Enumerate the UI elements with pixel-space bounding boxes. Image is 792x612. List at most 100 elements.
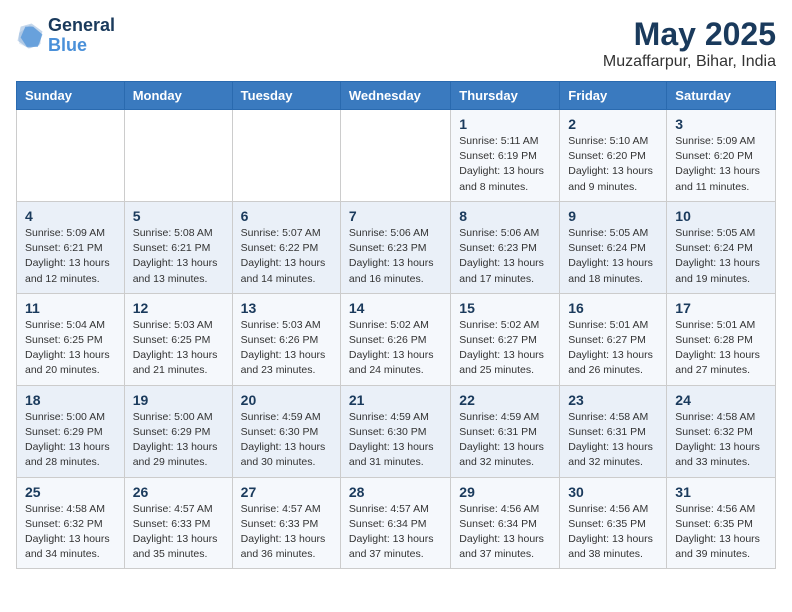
calendar-cell: 25 Sunrise: 4:58 AM Sunset: 6:32 PM Dayli… xyxy=(17,477,125,569)
calendar-cell: 4Sunrise: 5:09 AM Sunset: 6:21 PM Daylig… xyxy=(17,201,125,293)
day-number: 28 xyxy=(349,484,442,500)
calendar-cell: 6 Sunrise: 5:07 AM Sunset: 6:22 PM Daylig… xyxy=(232,201,340,293)
day-info: Sunrise: 5:03 AM Sunset: 6:26 PM Dayligh… xyxy=(241,318,332,379)
day-info: Sunrise: 5:02 AM Sunset: 6:27 PM Dayligh… xyxy=(459,318,551,379)
day-info: Sunrise: 5:00 AM Sunset: 6:29 PM Dayligh… xyxy=(133,410,224,471)
calendar-cell: 22 Sunrise: 4:59 AM Sunset: 6:31 PM Dayli… xyxy=(451,385,560,477)
day-info: Sunrise: 4:59 AM Sunset: 6:31 PM Dayligh… xyxy=(459,410,551,471)
calendar-cell: 15 Sunrise: 5:02 AM Sunset: 6:27 PM Dayli… xyxy=(451,293,560,385)
day-info: Sunrise: 4:56 AM Sunset: 6:34 PM Dayligh… xyxy=(459,502,551,563)
day-info: Sunrise: 4:57 AM Sunset: 6:33 PM Dayligh… xyxy=(133,502,224,563)
day-info: Sunrise: 4:58 AM Sunset: 6:32 PM Dayligh… xyxy=(25,502,116,563)
calendar-cell: 10Sunrise: 5:05 AM Sunset: 6:24 PM Dayli… xyxy=(667,201,776,293)
calendar-week-0: 1 Sunrise: 5:11 AM Sunset: 6:19 PM Daylig… xyxy=(17,110,776,202)
calendar-cell: 27 Sunrise: 4:57 AM Sunset: 6:33 PM Dayli… xyxy=(232,477,340,569)
day-info: Sunrise: 5:09 AM Sunset: 6:21 PM Dayligh… xyxy=(25,226,116,287)
day-info: Sunrise: 5:00 AM Sunset: 6:29 PM Dayligh… xyxy=(25,410,116,471)
calendar-cell: 7Sunrise: 5:06 AM Sunset: 6:23 PM Daylig… xyxy=(340,201,450,293)
day-number: 27 xyxy=(241,484,332,500)
calendar-cell: 1 Sunrise: 5:11 AM Sunset: 6:19 PM Daylig… xyxy=(451,110,560,202)
day-number: 9 xyxy=(568,208,658,224)
day-info: Sunrise: 5:10 AM Sunset: 6:20 PM Dayligh… xyxy=(568,134,658,195)
day-info: Sunrise: 5:05 AM Sunset: 6:24 PM Dayligh… xyxy=(568,226,658,287)
day-number: 31 xyxy=(675,484,767,500)
calendar-cell xyxy=(17,110,125,202)
calendar-cell: 3Sunrise: 5:09 AM Sunset: 6:20 PM Daylig… xyxy=(667,110,776,202)
logo-text: General Blue xyxy=(48,16,115,56)
day-info: Sunrise: 4:56 AM Sunset: 6:35 PM Dayligh… xyxy=(675,502,767,563)
day-info: Sunrise: 5:11 AM Sunset: 6:19 PM Dayligh… xyxy=(459,134,551,195)
day-number: 16 xyxy=(568,300,658,316)
day-number: 26 xyxy=(133,484,224,500)
day-info: Sunrise: 5:02 AM Sunset: 6:26 PM Dayligh… xyxy=(349,318,442,379)
calendar-cell: 31 Sunrise: 4:56 AM Sunset: 6:35 PM Dayli… xyxy=(667,477,776,569)
header-row: SundayMondayTuesdayWednesdayThursdayFrid… xyxy=(17,82,776,110)
calendar-cell: 2 Sunrise: 5:10 AM Sunset: 6:20 PM Daylig… xyxy=(560,110,667,202)
day-number: 29 xyxy=(459,484,551,500)
day-number: 10 xyxy=(675,208,767,224)
day-info: Sunrise: 4:56 AM Sunset: 6:35 PM Dayligh… xyxy=(568,502,658,563)
calendar-cell xyxy=(232,110,340,202)
day-number: 7 xyxy=(349,208,442,224)
day-number: 14 xyxy=(349,300,442,316)
calendar-week-1: 4Sunrise: 5:09 AM Sunset: 6:21 PM Daylig… xyxy=(17,201,776,293)
day-number: 6 xyxy=(241,208,332,224)
calendar-cell: 5 Sunrise: 5:08 AM Sunset: 6:21 PM Daylig… xyxy=(124,201,232,293)
day-number: 13 xyxy=(241,300,332,316)
day-number: 1 xyxy=(459,116,551,132)
month-title: May 2025 xyxy=(603,16,776,53)
day-number: 18 xyxy=(25,392,116,408)
day-info: Sunrise: 5:06 AM Sunset: 6:23 PM Dayligh… xyxy=(459,226,551,287)
day-info: Sunrise: 5:04 AM Sunset: 6:25 PM Dayligh… xyxy=(25,318,116,379)
day-info: Sunrise: 4:58 AM Sunset: 6:31 PM Dayligh… xyxy=(568,410,658,471)
calendar-cell xyxy=(124,110,232,202)
logo-line2: Blue xyxy=(48,36,115,56)
calendar-week-2: 11Sunrise: 5:04 AM Sunset: 6:25 PM Dayli… xyxy=(17,293,776,385)
day-info: Sunrise: 4:57 AM Sunset: 6:34 PM Dayligh… xyxy=(349,502,442,563)
logo-line1: General xyxy=(48,16,115,36)
day-info: Sunrise: 4:57 AM Sunset: 6:33 PM Dayligh… xyxy=(241,502,332,563)
calendar-week-4: 25 Sunrise: 4:58 AM Sunset: 6:32 PM Dayli… xyxy=(17,477,776,569)
day-number: 22 xyxy=(459,392,551,408)
header-cell-monday: Monday xyxy=(124,82,232,110)
day-number: 30 xyxy=(568,484,658,500)
header-cell-saturday: Saturday xyxy=(667,82,776,110)
logo-icon xyxy=(16,22,44,50)
day-number: 24 xyxy=(675,392,767,408)
day-info: Sunrise: 4:58 AM Sunset: 6:32 PM Dayligh… xyxy=(675,410,767,471)
day-info: Sunrise: 5:01 AM Sunset: 6:27 PM Dayligh… xyxy=(568,318,658,379)
day-number: 21 xyxy=(349,392,442,408)
day-number: 15 xyxy=(459,300,551,316)
day-number: 2 xyxy=(568,116,658,132)
day-number: 8 xyxy=(459,208,551,224)
calendar-cell: 18 Sunrise: 5:00 AM Sunset: 6:29 PM Dayli… xyxy=(17,385,125,477)
day-info: Sunrise: 5:07 AM Sunset: 6:22 PM Dayligh… xyxy=(241,226,332,287)
calendar-cell: 8 Sunrise: 5:06 AM Sunset: 6:23 PM Daylig… xyxy=(451,201,560,293)
day-info: Sunrise: 4:59 AM Sunset: 6:30 PM Dayligh… xyxy=(241,410,332,471)
calendar-header: SundayMondayTuesdayWednesdayThursdayFrid… xyxy=(17,82,776,110)
calendar-cell xyxy=(340,110,450,202)
header-cell-thursday: Thursday xyxy=(451,82,560,110)
header-cell-sunday: Sunday xyxy=(17,82,125,110)
calendar-cell: 24 Sunrise: 4:58 AM Sunset: 6:32 PM Dayli… xyxy=(667,385,776,477)
calendar-cell: 13 Sunrise: 5:03 AM Sunset: 6:26 PM Dayli… xyxy=(232,293,340,385)
title-block: May 2025 Muzaffarpur, Bihar, India xyxy=(603,16,776,71)
calendar-cell: 19Sunrise: 5:00 AM Sunset: 6:29 PM Dayli… xyxy=(124,385,232,477)
day-info: Sunrise: 5:03 AM Sunset: 6:25 PM Dayligh… xyxy=(133,318,224,379)
calendar-cell: 21Sunrise: 4:59 AM Sunset: 6:30 PM Dayli… xyxy=(340,385,450,477)
day-info: Sunrise: 5:01 AM Sunset: 6:28 PM Dayligh… xyxy=(675,318,767,379)
calendar-cell: 26 Sunrise: 4:57 AM Sunset: 6:33 PM Dayli… xyxy=(124,477,232,569)
calendar-cell: 30 Sunrise: 4:56 AM Sunset: 6:35 PM Dayli… xyxy=(560,477,667,569)
calendar-table: SundayMondayTuesdayWednesdayThursdayFrid… xyxy=(16,81,776,569)
day-number: 5 xyxy=(133,208,224,224)
day-info: Sunrise: 5:08 AM Sunset: 6:21 PM Dayligh… xyxy=(133,226,224,287)
calendar-body: 1 Sunrise: 5:11 AM Sunset: 6:19 PM Daylig… xyxy=(17,110,776,569)
calendar-cell: 17Sunrise: 5:01 AM Sunset: 6:28 PM Dayli… xyxy=(667,293,776,385)
header-cell-wednesday: Wednesday xyxy=(340,82,450,110)
calendar-cell: 11Sunrise: 5:04 AM Sunset: 6:25 PM Dayli… xyxy=(17,293,125,385)
calendar-cell: 12 Sunrise: 5:03 AM Sunset: 6:25 PM Dayli… xyxy=(124,293,232,385)
day-number: 12 xyxy=(133,300,224,316)
calendar-cell: 28 Sunrise: 4:57 AM Sunset: 6:34 PM Dayli… xyxy=(340,477,450,569)
day-number: 25 xyxy=(25,484,116,500)
calendar-cell: 23Sunrise: 4:58 AM Sunset: 6:31 PM Dayli… xyxy=(560,385,667,477)
